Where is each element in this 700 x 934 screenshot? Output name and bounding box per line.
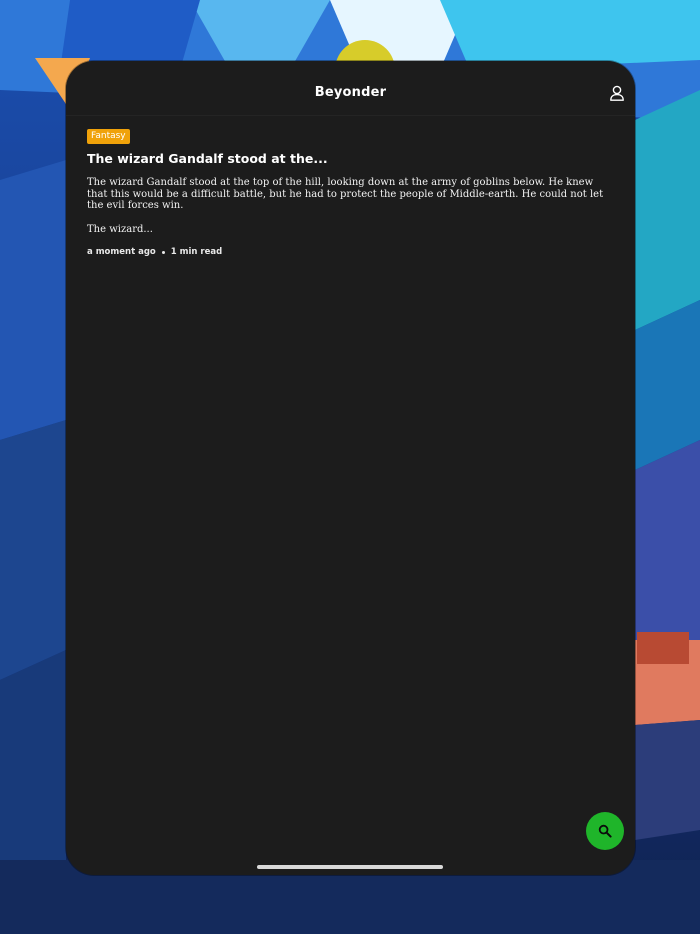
search-button[interactable] bbox=[586, 812, 624, 850]
story-card[interactable]: Fantasy The wizard Gandalf stood at the.… bbox=[87, 125, 614, 257]
story-feed: Fantasy The wizard Gandalf stood at the.… bbox=[87, 125, 614, 257]
story-meta: a moment ago 1 min read bbox=[87, 247, 614, 257]
app-header: Beyonder bbox=[66, 61, 635, 116]
story-time-ago: a moment ago bbox=[87, 247, 156, 257]
meta-separator-dot bbox=[161, 250, 165, 254]
home-indicator[interactable] bbox=[257, 865, 443, 869]
genre-badge[interactable]: Fantasy bbox=[87, 129, 130, 144]
story-excerpt: The wizard Gandalf stood at the top of t… bbox=[87, 177, 604, 211]
story-read-time: 1 min read bbox=[170, 247, 223, 257]
story-title[interactable]: The wizard Gandalf stood at the... bbox=[87, 150, 614, 167]
story-excerpt-continued: The wizard... bbox=[87, 223, 153, 235]
search-icon bbox=[598, 824, 612, 838]
user-profile-icon[interactable] bbox=[608, 84, 626, 102]
app-title: Beyonder bbox=[314, 85, 387, 100]
app-window: Beyonder Fantasy The wizard Gandalf stoo… bbox=[66, 61, 635, 875]
